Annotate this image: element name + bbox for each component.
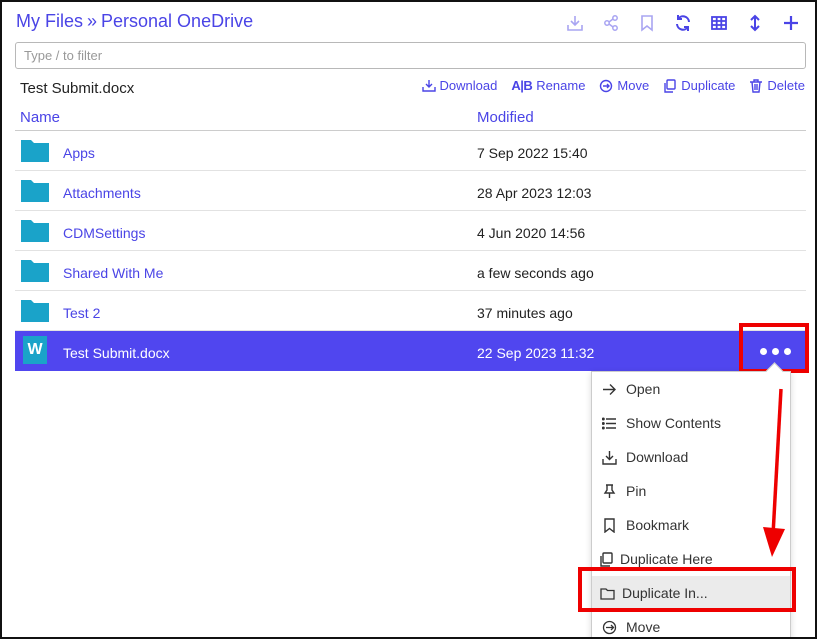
folder-icon (21, 260, 49, 282)
file-modified: 28 Apr 2023 12:03 (477, 185, 592, 201)
file-name[interactable]: Attachments (63, 185, 141, 201)
rename-label: Rename (536, 78, 586, 93)
table-row[interactable]: Shared With Me a few seconds ago (15, 251, 806, 291)
table-header: Name Modified (15, 106, 806, 131)
file-browser-window: My Files»Personal OneDrive Test Submit.d… (0, 0, 817, 639)
file-list: Apps 7 Sep 2022 15:40 Attachments 28 Apr… (15, 131, 806, 371)
file-modified: 7 Sep 2022 15:40 (477, 145, 588, 161)
file-name[interactable]: Test Submit.docx (63, 345, 170, 361)
folder-icon (21, 140, 49, 162)
menu-item-label: Move (626, 619, 661, 635)
bookmark-icon[interactable] (629, 11, 665, 35)
copy-icon (664, 78, 676, 93)
download-icon[interactable] (557, 11, 593, 35)
filter-input[interactable] (15, 42, 806, 69)
red-arrow-annotation (763, 388, 785, 557)
move-icon (602, 620, 616, 634)
sort-icon[interactable] (737, 11, 773, 35)
download-button[interactable]: Download (421, 78, 498, 93)
refresh-icon[interactable] (665, 11, 701, 35)
table-row-selected[interactable]: W Test Submit.docx 22 Sep 2023 11:32 (15, 331, 806, 371)
file-name[interactable]: Test 2 (63, 305, 100, 321)
selection-actions: Download A|B Rename Move Duplicate Delet… (421, 78, 805, 93)
table-row[interactable]: Apps 7 Sep 2022 15:40 (15, 131, 806, 171)
rename-icon: A|B (511, 78, 533, 93)
add-icon[interactable] (773, 11, 809, 35)
table-row[interactable]: Attachments 28 Apr 2023 12:03 (15, 171, 806, 211)
duplicate-label: Duplicate (681, 78, 736, 93)
breadcrumb-separator: » (87, 11, 98, 31)
menu-item-label: Download (626, 449, 689, 465)
delete-button[interactable]: Delete (749, 78, 805, 93)
file-name[interactable]: Apps (63, 145, 95, 161)
menu-item-label: Open (626, 381, 661, 397)
copy-icon (599, 551, 613, 567)
table-row[interactable]: CDMSettings 4 Jun 2020 14:56 (15, 211, 806, 251)
rename-button[interactable]: A|B Rename (511, 78, 585, 93)
breadcrumb-current[interactable]: Personal OneDrive (101, 11, 253, 31)
file-name[interactable]: CDMSettings (63, 225, 145, 241)
file-modified: 4 Jun 2020 14:56 (477, 225, 586, 241)
download-label: Download (439, 78, 498, 93)
table-row[interactable]: Test 2 37 minutes ago (15, 291, 806, 331)
folder-icon (21, 220, 49, 242)
folder-icon (21, 180, 49, 202)
breadcrumb-root[interactable]: My Files (16, 11, 83, 31)
word-document-icon: W (23, 336, 47, 364)
menu-item-label: Bookmark (626, 517, 690, 533)
move-button[interactable]: Move (599, 78, 649, 93)
selected-file-name: Test Submit.docx (20, 80, 135, 97)
file-modified: a few seconds ago (477, 265, 594, 281)
bookmark-icon (603, 517, 615, 533)
menu-item-label: Duplicate Here (620, 551, 713, 567)
arrow-right-icon (602, 383, 616, 395)
menu-item-label: Pin (626, 483, 647, 499)
list-icon (601, 417, 616, 429)
download-icon (421, 79, 436, 92)
share-icon[interactable] (593, 11, 629, 35)
grid-view-icon[interactable] (701, 11, 737, 35)
file-modified: 22 Sep 2023 11:32 (477, 345, 595, 361)
trash-icon (750, 78, 763, 93)
menu-item-label: Show Contents (626, 415, 721, 431)
duplicate-button[interactable]: Duplicate (663, 78, 735, 93)
file-modified: 37 minutes ago (477, 305, 573, 321)
highlight-box-duplicate-in (578, 567, 796, 612)
menu-item-move[interactable]: Move (592, 610, 790, 637)
file-name[interactable]: Shared With Me (63, 265, 163, 281)
move-label: Move (617, 78, 650, 93)
folder-icon (21, 300, 49, 322)
column-modified-header[interactable]: Modified (477, 109, 534, 126)
toolbar (557, 11, 809, 35)
download-icon (601, 450, 617, 465)
pin-icon (603, 483, 615, 498)
delete-label: Delete (767, 78, 805, 93)
move-icon (600, 79, 613, 92)
breadcrumb: My Files» Personal OneDrive (16, 11, 253, 32)
column-name-header[interactable]: Name (20, 109, 60, 126)
